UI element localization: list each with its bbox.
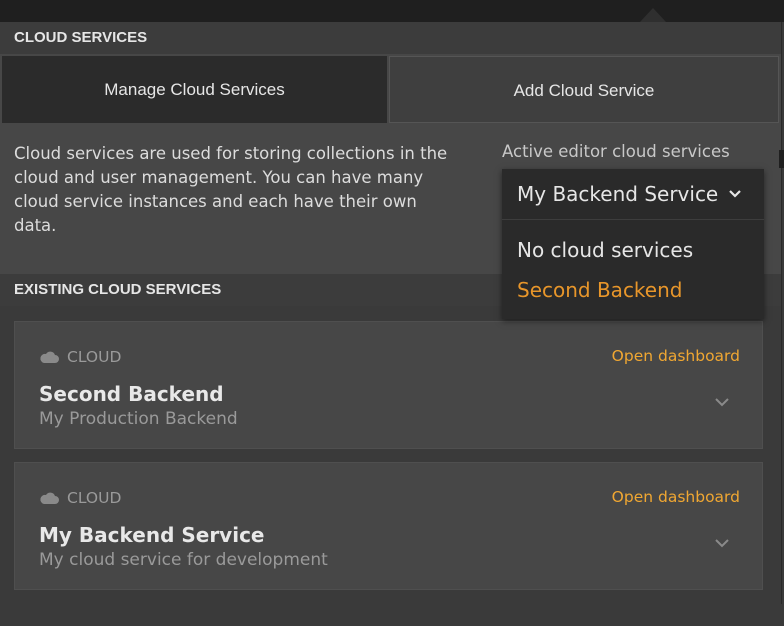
chevron-down-icon[interactable] xyxy=(714,396,730,408)
active-cloud-service-dropdown: My Backend Service No cloud services Sec… xyxy=(502,169,764,319)
cloud-icon xyxy=(40,351,59,363)
dropdown-selected[interactable]: My Backend Service xyxy=(502,169,764,220)
dropdown-option-second-backend[interactable]: Second Backend xyxy=(517,278,682,302)
open-dashboard-link[interactable]: Open dashboard xyxy=(612,488,740,506)
service-kind-label: CLOUD xyxy=(67,348,122,366)
open-dashboard-link[interactable]: Open dashboard xyxy=(612,347,740,365)
service-card: CLOUD Open dashboard Second Backend My P… xyxy=(14,321,763,449)
service-description: My cloud service for development xyxy=(39,550,328,570)
service-card: CLOUD Open dashboard My Backend Service … xyxy=(14,462,763,590)
service-name: My Backend Service xyxy=(39,523,265,547)
active-editor-label: Active editor cloud services xyxy=(502,142,730,161)
scrollbar-marker xyxy=(779,150,784,168)
section-header-cloud-services: CLOUD SERVICES xyxy=(0,22,781,54)
cloud-icon xyxy=(40,492,59,504)
chevron-down-icon xyxy=(729,190,741,198)
top-bar xyxy=(0,0,784,22)
dropdown-selected-value: My Backend Service xyxy=(517,182,719,206)
popover-arrow xyxy=(640,8,666,22)
service-kind: CLOUD xyxy=(39,489,121,507)
chevron-down-icon[interactable] xyxy=(714,537,730,549)
dropdown-option-no-cloud-services[interactable]: No cloud services xyxy=(517,238,693,262)
tab-bar: Manage Cloud Services Add Cloud Service xyxy=(0,56,781,123)
service-name: Second Backend xyxy=(39,382,224,406)
service-kind-label: CLOUD xyxy=(67,489,122,507)
tab-add-cloud-service[interactable]: Add Cloud Service xyxy=(389,56,779,123)
service-description: My Production Backend xyxy=(39,409,238,429)
tab-manage-cloud-services[interactable]: Manage Cloud Services xyxy=(2,56,387,123)
service-kind: CLOUD xyxy=(39,348,121,366)
description-text: Cloud services are used for storing coll… xyxy=(14,144,448,235)
